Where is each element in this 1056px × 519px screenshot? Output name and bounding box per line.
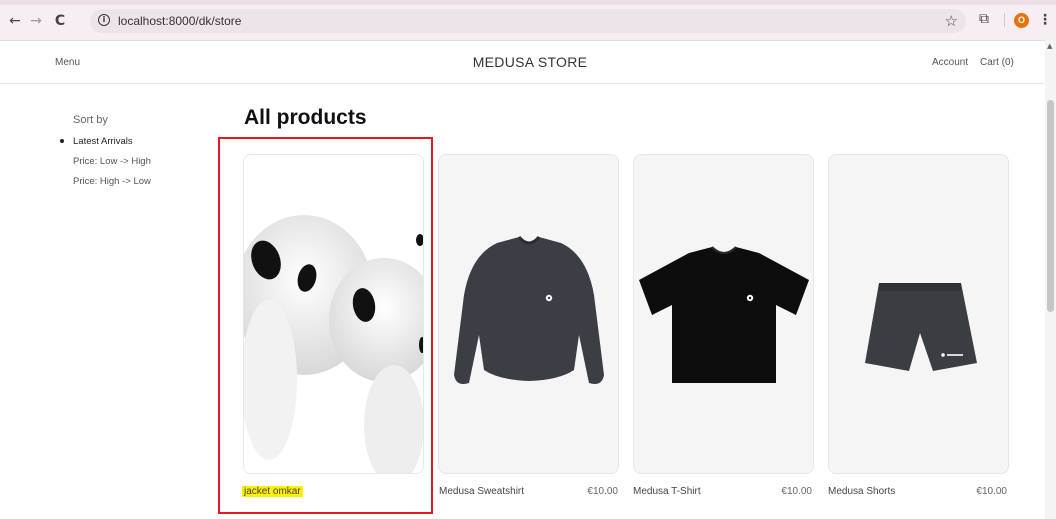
site-header: Menu MEDUSA STORE Account Cart (0) [0, 41, 1045, 84]
product-price-medusa-t-shirt: €10.00 [781, 486, 812, 497]
reload-icon[interactable]: C [51, 12, 69, 30]
scroll-up-arrow-icon[interactable]: ▲ [1047, 42, 1052, 50]
product-price-medusa-sweatshirt: €10.00 [587, 486, 618, 497]
bookmark-star-icon[interactable]: ☆ [945, 12, 958, 30]
extensions-icon[interactable]: ⧉ [979, 12, 994, 27]
t-shirt-product-image [639, 246, 809, 383]
product-price-medusa-shorts: €10.00 [976, 486, 1007, 497]
scrollbar-thumb[interactable] [1047, 100, 1054, 312]
highlight-annotation-box [218, 137, 433, 514]
shorts-product-image [865, 283, 977, 371]
account-link[interactable]: Account [932, 57, 968, 68]
product-card-medusa-t-shirt[interactable] [633, 154, 814, 474]
browser-menu-icon[interactable]: ⋮ [1038, 12, 1052, 28]
page-scrollbar[interactable]: ▲ [1045, 40, 1056, 519]
address-url[interactable]: localhost:8000/dk/store [118, 14, 241, 28]
product-name-medusa-shorts[interactable]: Medusa Shorts [828, 486, 895, 497]
product-card-medusa-sweatshirt[interactable] [438, 154, 619, 474]
browser-toolbar: ← → C i localhost:8000/dk/store ☆ ⧉ O ⋮ [0, 0, 1056, 41]
sort-by-heading: Sort by [73, 114, 108, 126]
selected-sort-indicator [60, 139, 64, 143]
toolbar-divider [1004, 13, 1005, 27]
back-icon[interactable]: ← [6, 12, 24, 30]
cart-link[interactable]: Cart (0) [980, 57, 1014, 68]
profile-avatar[interactable]: O [1014, 13, 1029, 28]
product-name-medusa-sweatshirt[interactable]: Medusa Sweatshirt [439, 486, 524, 497]
sort-option-price-high-low[interactable]: Price: High -> Low [73, 176, 151, 187]
product-card-medusa-shorts[interactable] [828, 154, 1009, 474]
page-title: All products [244, 106, 367, 129]
product-name-medusa-t-shirt[interactable]: Medusa T-Shirt [633, 486, 701, 497]
address-bar[interactable]: i localhost:8000/dk/store ☆ [90, 9, 966, 33]
store-brand-link[interactable]: MEDUSA STORE [0, 54, 1056, 70]
tab-strip [0, 0, 1056, 5]
sort-option-price-low-high[interactable]: Price: Low -> High [73, 156, 151, 167]
forward-icon[interactable]: → [27, 12, 45, 30]
site-info-icon[interactable]: i [98, 14, 110, 26]
sort-option-latest-arrivals[interactable]: Latest Arrivals [73, 136, 133, 147]
sweatshirt-product-image [454, 235, 604, 384]
